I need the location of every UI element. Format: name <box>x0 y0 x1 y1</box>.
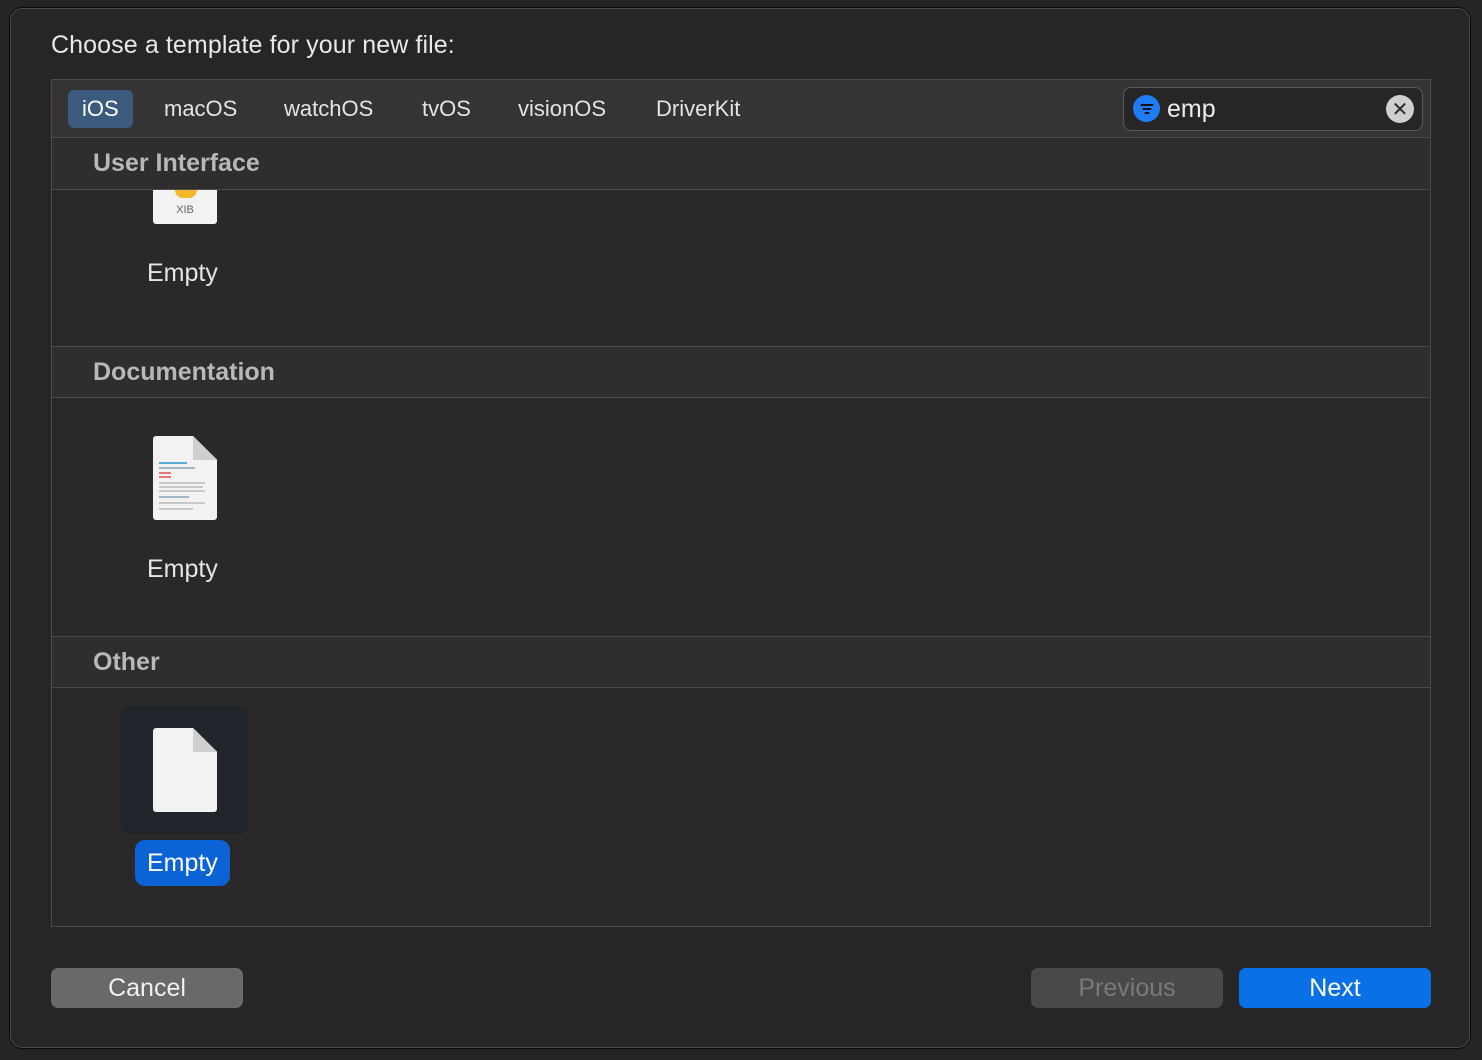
template-label-selected: Empty <box>135 840 230 886</box>
page-fold <box>193 436 217 460</box>
previous-button[interactable]: Previous <box>1031 968 1223 1008</box>
filter-icon[interactable] <box>1133 95 1160 122</box>
section-title: User Interface <box>93 149 260 177</box>
cancel-button[interactable]: Cancel <box>51 968 243 1008</box>
template-label: Empty <box>147 555 218 583</box>
search-input[interactable] <box>1167 92 1377 126</box>
section-header-documentation: Documentation <box>52 346 1430 398</box>
next-button[interactable]: Next <box>1239 968 1431 1008</box>
template-label: Empty <box>147 259 218 287</box>
search-field[interactable]: ✕ <box>1123 87 1423 131</box>
tab-macos[interactable]: macOS <box>150 90 251 128</box>
page-fold <box>193 728 217 752</box>
section-title: Other <box>93 648 160 676</box>
template-browser: iOS macOS watchOS tvOS visionOS DriverKi… <box>51 79 1431 927</box>
new-file-template-sheet: Choose a template for your new file: iOS… <box>10 8 1470 1048</box>
tab-ios[interactable]: iOS <box>68 90 133 128</box>
platform-tab-bar: iOS macOS watchOS tvOS visionOS DriverKi… <box>52 80 1430 138</box>
section-header-other: Other <box>52 636 1430 688</box>
template-item-empty-documentation[interactable]: Empty <box>121 426 249 596</box>
clear-icon[interactable]: ✕ <box>1386 95 1414 123</box>
tab-watchos[interactable]: watchOS <box>270 90 387 128</box>
tab-tvos[interactable]: tvOS <box>408 90 485 128</box>
section-header-user-interface: User Interface <box>52 138 1430 190</box>
tab-driverkit[interactable]: DriverKit <box>642 90 754 128</box>
section-title: Documentation <box>93 358 275 386</box>
template-item-empty-other[interactable]: Empty <box>121 706 249 886</box>
tab-visionos[interactable]: visionOS <box>504 90 620 128</box>
dialog-title: Choose a template for your new file: <box>51 31 455 59</box>
template-item-empty-xib[interactable]: XIB Empty <box>121 190 249 340</box>
